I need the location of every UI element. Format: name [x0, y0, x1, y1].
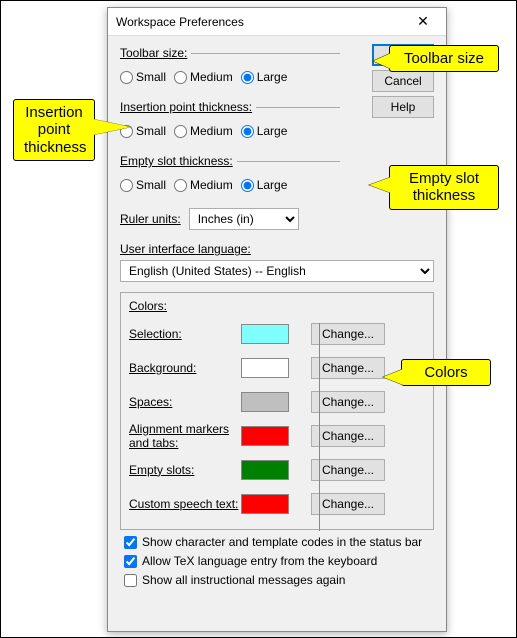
callout-insertion-thickness: Insertionpointthickness [13, 99, 95, 161]
window-title: Workspace Preferences [116, 15, 408, 29]
callout-pointer-icon [383, 369, 403, 385]
toolbar-size-medium[interactable]: Medium [174, 70, 233, 84]
callout-empty-slot-thickness: Empty slotthickness [389, 165, 499, 210]
change-button-speech[interactable]: Change... [311, 493, 385, 515]
cancel-button[interactable]: Cancel [372, 70, 434, 92]
toolbar-size-large[interactable]: Large [241, 70, 288, 84]
callout-pointer-icon [93, 119, 131, 135]
empty-slot-small[interactable]: Small [120, 178, 166, 192]
color-swatch-speech [241, 494, 289, 514]
ui-language-label: User interface language: [120, 242, 434, 256]
callout-pointer-icon [369, 177, 391, 193]
color-swatch-alignment [241, 426, 289, 446]
color-row-spaces: Spaces: Change... [129, 385, 425, 419]
color-swatch-background [241, 358, 289, 378]
check-tex-entry[interactable]: Allow TeX language entry from the keyboa… [124, 554, 434, 568]
colors-title: Colors: [129, 299, 425, 313]
ui-language-select[interactable]: English (United States) -- English [120, 260, 434, 282]
callout-toolbar-size: Toolbar size [389, 45, 499, 72]
check-status-bar[interactable]: Show character and template codes in the… [124, 535, 434, 549]
titlebar: Workspace Preferences ✕ [108, 8, 446, 36]
callout-pointer-icon [373, 53, 391, 69]
check-instructional-messages[interactable]: Show all instructional messages again [124, 573, 434, 587]
color-swatch-selection [241, 324, 289, 344]
callout-colors: Colors [401, 359, 491, 386]
ruler-units-label: Ruler units: [120, 212, 181, 226]
change-button-alignment[interactable]: Change... [311, 425, 385, 447]
toolbar-size-group: Toolbar size: Small Medium Large [120, 46, 340, 90]
color-row-speech: Custom speech text: Change... [129, 487, 425, 521]
colors-divider [319, 323, 320, 531]
color-swatch-empty-slots [241, 460, 289, 480]
preferences-dialog: Workspace Preferences ✕ OK Cancel Help T… [107, 7, 447, 632]
ruler-units-select[interactable]: Inches (in) [189, 208, 299, 230]
color-row-selection: Selection: Change... [129, 317, 425, 351]
color-row-empty-slots: Empty slots: Change... [129, 453, 425, 487]
insertion-medium[interactable]: Medium [174, 124, 233, 138]
empty-slot-large[interactable]: Large [241, 178, 288, 192]
empty-slot-group: Empty slot thickness: Small Medium Large [120, 154, 340, 198]
toolbar-size-small[interactable]: Small [120, 70, 166, 84]
color-row-alignment: Alignment markers and tabs: Change... [129, 419, 425, 453]
change-button-spaces[interactable]: Change... [311, 391, 385, 413]
insertion-large[interactable]: Large [241, 124, 288, 138]
toolbar-size-legend: Toolbar size: [120, 46, 191, 60]
close-icon[interactable]: ✕ [408, 10, 438, 34]
empty-slot-legend: Empty slot thickness: [120, 154, 237, 168]
empty-slot-medium[interactable]: Medium [174, 178, 233, 192]
change-button-background[interactable]: Change... [311, 357, 385, 379]
change-button-selection[interactable]: Change... [311, 323, 385, 345]
insertion-thickness-group: Insertion point thickness: Small Medium … [120, 100, 340, 144]
help-button[interactable]: Help [372, 96, 434, 118]
insertion-thickness-legend: Insertion point thickness: [120, 100, 256, 114]
change-button-empty-slots[interactable]: Change... [311, 459, 385, 481]
color-row-background: Background: Change... [129, 351, 425, 385]
color-swatch-spaces [241, 392, 289, 412]
colors-group: Colors: Selection: Change... Background:… [120, 292, 434, 530]
